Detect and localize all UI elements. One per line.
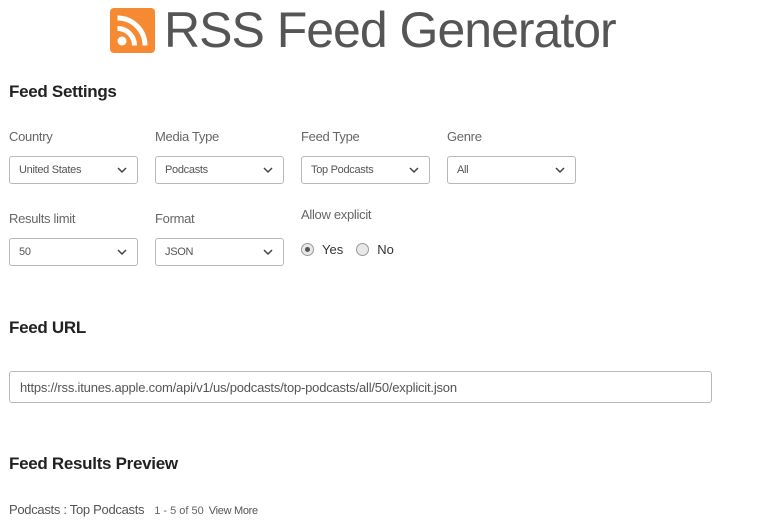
results-limit-label: Results limit — [9, 211, 76, 226]
app-header: RSS Feed Generator — [110, 2, 617, 58]
media-type-select[interactable]: Podcasts — [155, 156, 284, 184]
chevron-down-icon — [263, 167, 273, 174]
feed-settings-heading: Feed Settings — [9, 82, 117, 101]
feed-results-preview-heading: Feed Results Preview — [9, 454, 178, 473]
feed-type-label: Feed Type — [301, 129, 360, 144]
country-select[interactable]: United States — [9, 156, 138, 184]
chevron-down-icon — [263, 249, 273, 256]
rss-icon — [110, 7, 155, 53]
preview-title: Podcasts : Top Podcasts — [9, 502, 145, 517]
country-label: Country — [9, 129, 53, 144]
feed-type-value: Top Podcasts — [311, 164, 374, 176]
genre-label: Genre — [447, 129, 482, 144]
explicit-yes-radio[interactable] — [301, 243, 314, 256]
format-label: Format — [155, 211, 195, 226]
chevron-down-icon — [117, 249, 127, 256]
feed-url-heading: Feed URL — [9, 318, 86, 337]
format-value: JSON — [165, 246, 194, 258]
chevron-down-icon — [409, 167, 419, 174]
preview-count: 1 - 5 of 50 — [154, 505, 204, 517]
view-more-link[interactable]: View More — [209, 505, 258, 517]
allow-explicit-radio-group: Yes No — [301, 242, 407, 257]
results-limit-value: 50 — [19, 246, 31, 258]
format-select[interactable]: JSON — [155, 238, 284, 266]
allow-explicit-label: Allow explicit — [301, 207, 372, 222]
genre-value: All — [457, 164, 469, 176]
media-type-label: Media Type — [155, 129, 219, 144]
feed-url-value: https://rss.itunes.apple.com/api/v1/us/p… — [20, 379, 457, 395]
country-value: United States — [19, 164, 82, 176]
explicit-yes-label[interactable]: Yes — [322, 242, 343, 257]
results-limit-select[interactable]: 50 — [9, 238, 138, 266]
genre-select[interactable]: All — [447, 156, 576, 184]
media-type-value: Podcasts — [165, 164, 208, 176]
chevron-down-icon — [117, 167, 127, 174]
feed-type-select[interactable]: Top Podcasts — [301, 156, 430, 184]
preview-summary: Podcasts : Top Podcasts 1 - 5 of 50 View… — [9, 502, 258, 517]
explicit-no-label[interactable]: No — [377, 242, 394, 257]
chevron-down-icon — [555, 167, 565, 174]
feed-url-field[interactable]: https://rss.itunes.apple.com/api/v1/us/p… — [9, 371, 712, 403]
explicit-no-radio[interactable] — [356, 243, 370, 256]
app-title: RSS Feed Generator — [164, 2, 617, 58]
